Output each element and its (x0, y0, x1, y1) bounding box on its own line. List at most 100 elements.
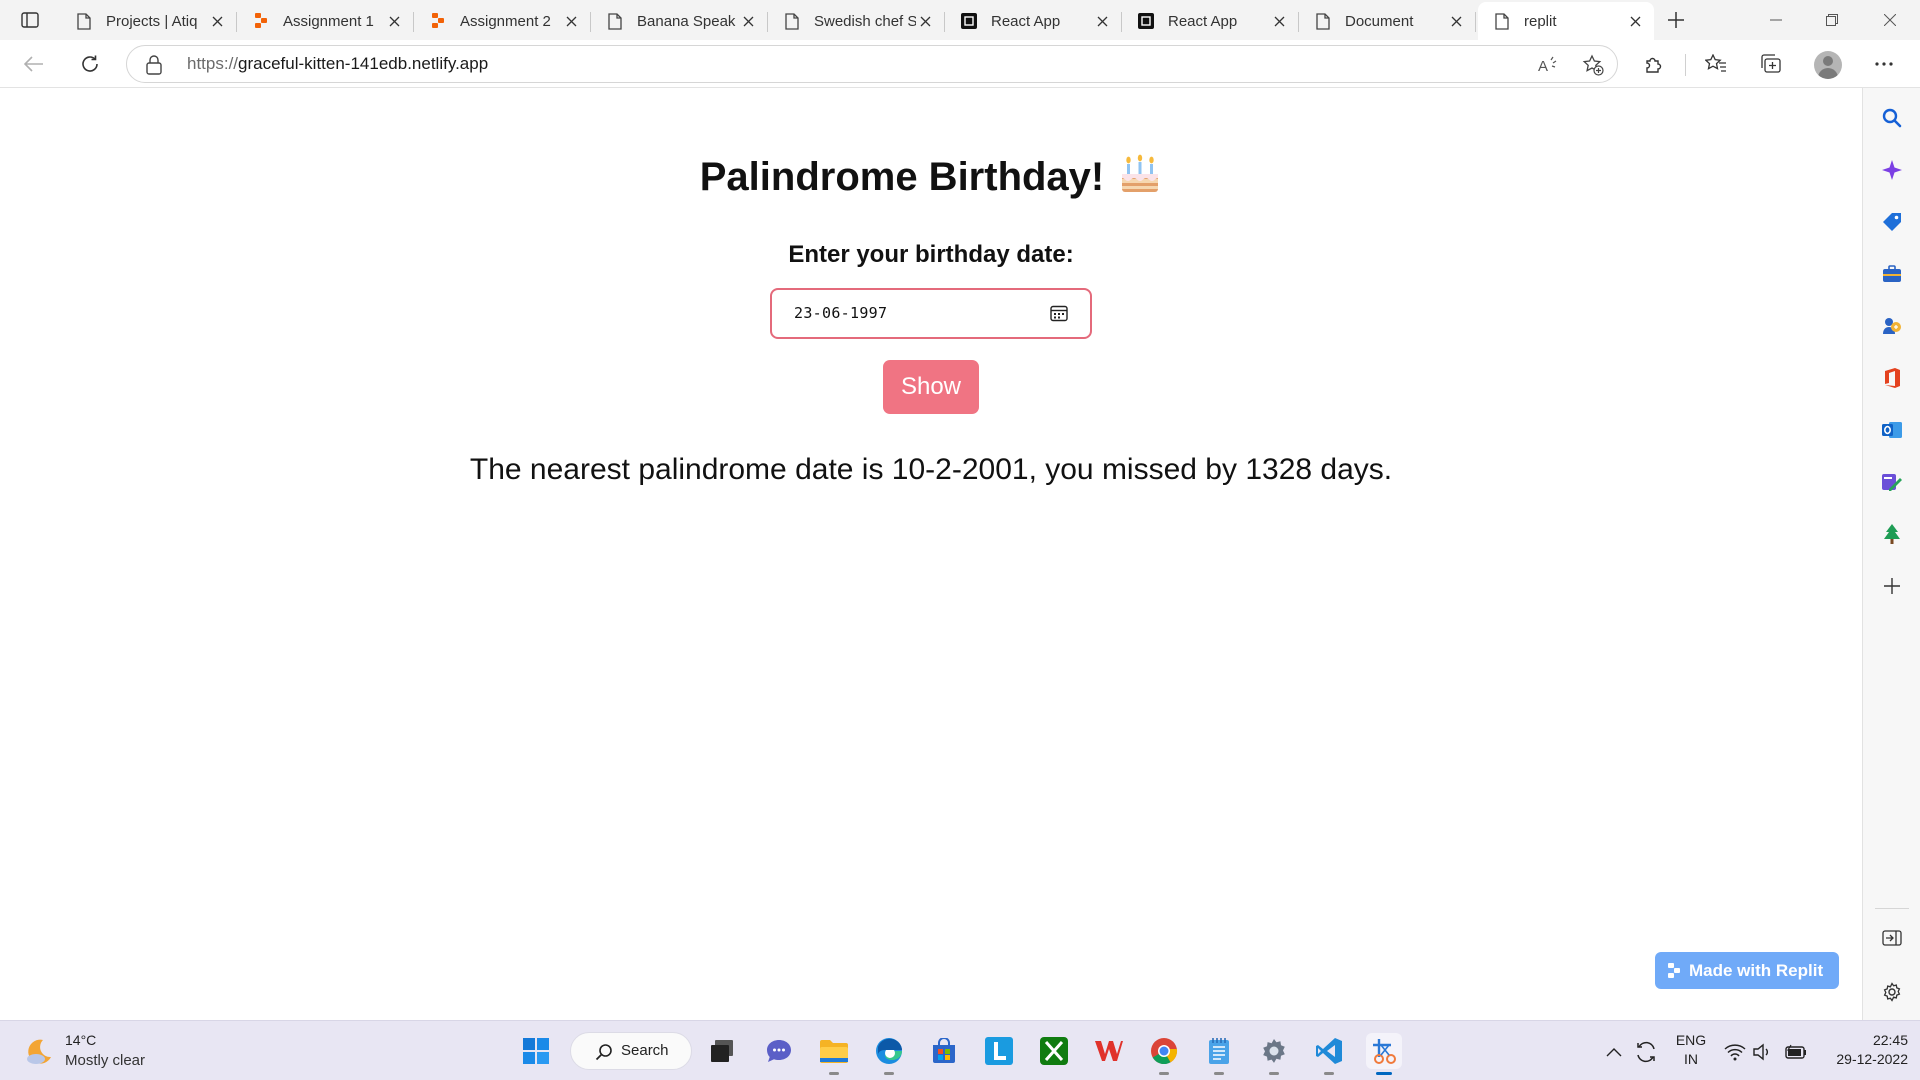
browser-tab[interactable]: Swedish chef S (768, 2, 945, 40)
close-icon[interactable] (1626, 12, 1644, 30)
edge-browser-icon[interactable] (871, 1033, 907, 1075)
shopping-tag-icon[interactable] (1878, 208, 1906, 236)
add-favorite-icon[interactable] (1580, 52, 1606, 78)
file-explorer-icon[interactable] (816, 1033, 852, 1075)
browser-tab[interactable]: React App (1122, 2, 1299, 40)
close-icon[interactable] (208, 12, 226, 30)
add-sidebar-app-icon[interactable] (1878, 572, 1906, 600)
tab-title: Assignment 1 (283, 12, 374, 30)
microsoft-store-icon[interactable] (926, 1033, 962, 1069)
replit-icon (251, 11, 271, 31)
lock-icon[interactable] (145, 55, 163, 75)
favorites-icon[interactable] (1700, 48, 1732, 80)
more-menu-icon[interactable] (1868, 48, 1900, 80)
weather-widget[interactable]: 14°C Mostly clear (24, 1031, 174, 1071)
sidebar-divider (1875, 908, 1909, 909)
replit-icon (428, 11, 448, 31)
xbox-icon[interactable] (1036, 1033, 1072, 1069)
browser-tab[interactable]: Assignment 2 (414, 2, 591, 40)
page-icon (74, 11, 94, 31)
minimize-icon[interactable] (1748, 0, 1804, 40)
tab-title: React App (1168, 12, 1238, 30)
notepad-icon[interactable] (1201, 1033, 1237, 1075)
tab-title: replit (1524, 12, 1557, 30)
tab-actions-icon[interactable] (14, 6, 46, 34)
new-tab-icon[interactable] (1662, 6, 1690, 34)
close-icon[interactable] (562, 12, 580, 30)
browser-tab-active[interactable]: replit (1478, 2, 1654, 40)
restore-icon[interactable] (1804, 0, 1860, 40)
back-icon[interactable] (18, 48, 50, 80)
search-icon[interactable] (1878, 104, 1906, 132)
badge-label: Made with Replit (1689, 960, 1824, 980)
wifi-icon[interactable] (1722, 1039, 1748, 1065)
close-icon[interactable] (385, 12, 403, 30)
tree-icon[interactable] (1878, 520, 1906, 548)
settings-icon[interactable] (1256, 1033, 1292, 1075)
calendar-icon[interactable] (1050, 304, 1068, 322)
address-bar[interactable]: https://graceful-kitten-141edb.netlify.a… (126, 45, 1618, 83)
wps-office-icon[interactable] (1091, 1033, 1127, 1069)
refresh-icon[interactable] (74, 48, 106, 80)
volume-icon[interactable] (1750, 1039, 1776, 1065)
outlook-icon[interactable] (1878, 416, 1906, 444)
close-icon[interactable] (1270, 12, 1288, 30)
close-icon[interactable] (916, 12, 934, 30)
cake-icon (1118, 152, 1162, 196)
hide-sidebar-icon[interactable] (1878, 924, 1906, 952)
language-indicator[interactable]: ENG IN (1674, 1031, 1708, 1069)
moon-weather-icon (24, 1037, 54, 1067)
birthday-label: Enter your birthday date: (788, 241, 1074, 268)
url-text[interactable]: https://graceful-kitten-141edb.netlify.a… (187, 46, 488, 82)
windows-start-icon[interactable] (518, 1033, 554, 1069)
birthday-date-input[interactable]: 23-06-1997 (770, 288, 1092, 339)
edge-sidebar (1862, 88, 1920, 1020)
browser-tab[interactable]: Banana Speak (591, 2, 768, 40)
page-icon (1492, 11, 1512, 31)
copilot-sparkle-icon[interactable] (1878, 156, 1906, 184)
page-icon (782, 11, 802, 31)
windows-taskbar: 14°C Mostly clear Search ENG IN 22:45 29… (0, 1020, 1920, 1080)
tab-title: Document (1345, 12, 1414, 30)
office-icon[interactable] (1878, 364, 1906, 392)
page-icon (1313, 11, 1333, 31)
date-value[interactable]: 23-06-1997 (794, 290, 887, 337)
system-clock[interactable]: 22:45 29-12-2022 (1830, 1031, 1908, 1069)
extensions-icon[interactable] (1638, 48, 1670, 80)
collections-icon[interactable] (1755, 48, 1787, 80)
close-icon[interactable] (739, 12, 757, 30)
close-icon[interactable] (1447, 12, 1465, 30)
profile-avatar[interactable] (1814, 51, 1842, 79)
weather-temperature: 14°C (65, 1032, 97, 1048)
weather-condition: Mostly clear (65, 1052, 146, 1069)
search-label: Search (621, 1042, 669, 1059)
react-app-icon (959, 11, 979, 31)
result-text: The nearest palindrome date is 10-2-2001… (469, 453, 1393, 486)
games-icon[interactable] (1878, 312, 1906, 340)
settings-gear-icon[interactable] (1878, 978, 1906, 1006)
teams-chat-icon[interactable] (761, 1033, 797, 1069)
language-code: ENG (1675, 1032, 1707, 1048)
show-button[interactable]: Show (883, 360, 979, 414)
battery-icon[interactable] (1782, 1039, 1808, 1065)
onedrive-sync-icon[interactable] (1633, 1039, 1659, 1065)
snipping-tool-icon[interactable] (1366, 1033, 1402, 1075)
browser-tab[interactable]: Assignment 1 (237, 2, 414, 40)
close-icon[interactable] (1093, 12, 1111, 30)
browser-tab[interactable]: Document (1299, 2, 1476, 40)
tools-briefcase-icon[interactable] (1878, 260, 1906, 288)
l-app-icon[interactable] (981, 1033, 1017, 1069)
read-aloud-icon[interactable]: A (1535, 52, 1561, 78)
task-view-icon[interactable] (704, 1033, 740, 1069)
tab-title: Banana Speak (637, 12, 736, 30)
tab-title: Assignment 2 (460, 12, 551, 30)
close-window-icon[interactable] (1862, 0, 1918, 40)
designer-icon[interactable] (1878, 468, 1906, 496)
taskbar-search[interactable]: Search (570, 1032, 692, 1070)
browser-tab[interactable]: React App (945, 2, 1122, 40)
chevron-up-icon[interactable] (1601, 1039, 1627, 1065)
chrome-icon[interactable] (1146, 1033, 1182, 1075)
vscode-icon[interactable] (1311, 1033, 1347, 1075)
browser-tab[interactable]: Projects | Atiq (60, 2, 237, 40)
made-with-replit-badge[interactable]: Made with Replit (1655, 952, 1839, 989)
